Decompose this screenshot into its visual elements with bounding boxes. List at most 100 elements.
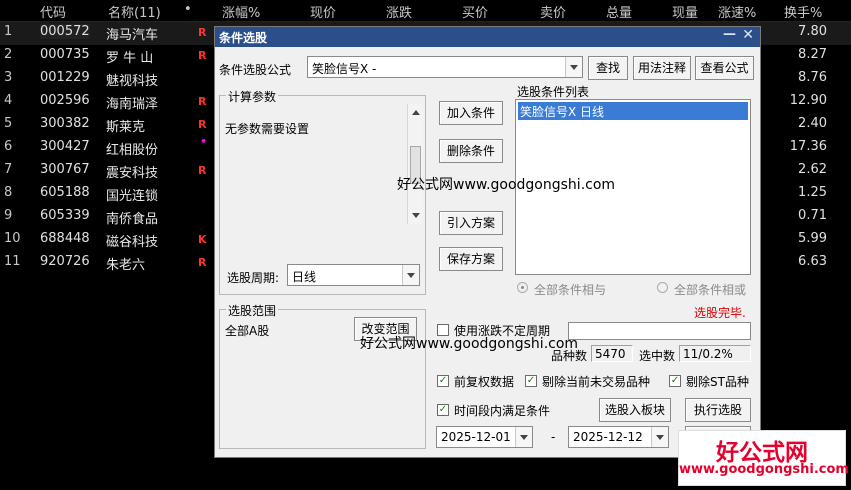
row-code: 000735 <box>40 47 90 62</box>
range-value: 全部A股 <box>225 324 270 338</box>
date-from-picker[interactable]: 2025-12-01 <box>436 426 533 448</box>
row-index: 7 <box>4 162 13 177</box>
row-turnover: 1.25 <box>798 185 827 200</box>
date-separator: - <box>551 430 556 444</box>
row-name: 魅视科技 <box>106 74 159 89</box>
row-index: 10 <box>4 231 21 246</box>
col-cur-volume[interactable]: 现量 <box>672 2 698 21</box>
row-code: 300427 <box>40 139 90 154</box>
condition-list-item[interactable]: 笑脸信号X 日线 <box>518 102 748 120</box>
row-turnover: 0.71 <box>798 208 827 223</box>
col-bid[interactable]: 买价 <box>462 2 488 21</box>
row-index: 6 <box>4 139 13 154</box>
row-index: 2 <box>4 47 13 62</box>
col-change-pct[interactable]: 涨幅% <box>222 2 260 21</box>
condition-list-label: 选股条件列表 <box>517 85 590 99</box>
row-turnover: 2.62 <box>798 162 827 177</box>
row-code: 605339 <box>40 208 90 223</box>
fq-checkbox[interactable]: ✓ <box>437 375 449 387</box>
uncertain-period-input[interactable] <box>568 322 751 340</box>
logo-url: www.goodgongshi.com <box>679 462 849 477</box>
fq-label: 前复权数据 <box>454 375 515 389</box>
view-formula-button[interactable]: 查看公式 <box>695 56 754 80</box>
row-code: 605188 <box>40 185 90 200</box>
row-turnover: 8.27 <box>798 47 827 62</box>
formula-select[interactable]: 笑脸信号X - <box>307 56 583 78</box>
row-turnover: 6.63 <box>798 254 827 269</box>
formula-value: 笑脸信号X - <box>312 62 377 76</box>
selected-label: 选中数 <box>639 349 676 363</box>
col-turnover[interactable]: 换手% <box>784 2 822 21</box>
row-flag: R <box>198 26 207 39</box>
params-group: 计算参数 无参数需要设置 选股周期: 日线 <box>219 88 426 295</box>
col-code[interactable]: 代码 <box>40 2 66 21</box>
row-name: 南侨食品 <box>106 212 159 227</box>
row-code: 001229 <box>40 70 90 85</box>
range-group: 选股范围 全部A股 改变范围 <box>219 302 426 449</box>
delete-condition-button[interactable]: 删除条件 <box>439 139 503 163</box>
exclude-untraded-checkbox[interactable]: ✓ <box>525 375 537 387</box>
row-name: 国光连锁 <box>106 189 159 204</box>
row-turnover: 8.76 <box>798 70 827 85</box>
row-flag: R <box>198 118 207 131</box>
col-speed[interactable]: 涨速% <box>718 2 756 21</box>
period-satisfy-label: 时间段内满足条件 <box>454 404 551 418</box>
find-button[interactable]: 查找 <box>588 56 628 80</box>
dialog-title: 条件选股 <box>219 31 268 45</box>
col-price[interactable]: 现价 <box>310 2 336 21</box>
period-select[interactable]: 日线 <box>287 264 420 286</box>
row-index: 9 <box>4 208 13 223</box>
row-name: 罗 牛 山 <box>106 51 154 66</box>
date-to-picker[interactable]: 2025-12-12 <box>568 426 669 448</box>
row-code: 920726 <box>40 254 90 269</box>
row-index: 11 <box>4 254 21 269</box>
params-scrollbar[interactable] <box>407 104 423 224</box>
row-code: 688448 <box>40 231 90 246</box>
row-name: 震安科技 <box>106 166 159 181</box>
exclude-st-label: 剔除ST品种 <box>686 375 749 389</box>
col-change[interactable]: 涨跌 <box>386 2 412 21</box>
to-block-button[interactable]: 选股入板块 <box>599 398 671 422</box>
selected-value: 11/0.2% <box>679 345 751 362</box>
exclude-untraded-label: 剔除当前未交易品种 <box>542 375 651 389</box>
row-turnover: 12.90 <box>789 93 827 108</box>
import-plan-button[interactable]: 引入方案 <box>439 211 503 235</box>
scroll-up-icon[interactable] <box>412 110 420 115</box>
row-index: 3 <box>4 70 13 85</box>
usage-button[interactable]: 用法注释 <box>633 56 691 80</box>
row-flag: K <box>198 233 207 246</box>
chevron-down-icon[interactable] <box>565 57 582 77</box>
count-value: 5470 <box>591 345 633 362</box>
params-text: 无参数需要设置 <box>225 122 310 136</box>
col-dot[interactable]: • <box>184 2 192 17</box>
row-turnover: 5.99 <box>798 231 827 246</box>
row-name: 海南瑞泽 <box>106 97 159 112</box>
radio-or[interactable] <box>657 282 668 293</box>
chevron-down-icon[interactable] <box>402 265 419 285</box>
row-code: 300767 <box>40 162 90 177</box>
period-satisfy-checkbox[interactable]: ✓ <box>437 404 449 416</box>
execute-button[interactable]: 执行选股 <box>685 398 751 422</box>
date-to-value: 2025-12-12 <box>573 430 643 444</box>
col-name[interactable]: 名称(11) <box>108 2 161 21</box>
row-flag: R <box>198 164 207 177</box>
radio-and[interactable] <box>517 282 528 293</box>
minimize-icon[interactable]: — <box>723 27 736 42</box>
col-volume[interactable]: 总量 <box>606 2 632 21</box>
exclude-st-checkbox[interactable]: ✓ <box>669 375 681 387</box>
radio-or-label: 全部条件相或 <box>674 283 747 297</box>
save-plan-button[interactable]: 保存方案 <box>439 247 503 271</box>
watermark-text: 好公式网www.goodgongshi.com <box>397 177 616 193</box>
scroll-down-icon[interactable] <box>412 213 420 218</box>
row-name: 斯莱克 <box>106 120 146 135</box>
row-code: 300382 <box>40 116 90 131</box>
chevron-down-icon[interactable] <box>515 427 532 447</box>
row-name: 朱老六 <box>106 258 146 273</box>
status-text: 选股完毕. <box>694 306 746 320</box>
add-condition-button[interactable]: 加入条件 <box>439 101 503 125</box>
row-code: 002596 <box>40 93 90 108</box>
col-ask[interactable]: 卖价 <box>540 2 566 21</box>
chevron-down-icon[interactable] <box>651 427 668 447</box>
close-icon[interactable]: ✕ <box>742 27 754 43</box>
dialog-title-bar[interactable]: 条件选股 — ✕ <box>215 27 760 47</box>
